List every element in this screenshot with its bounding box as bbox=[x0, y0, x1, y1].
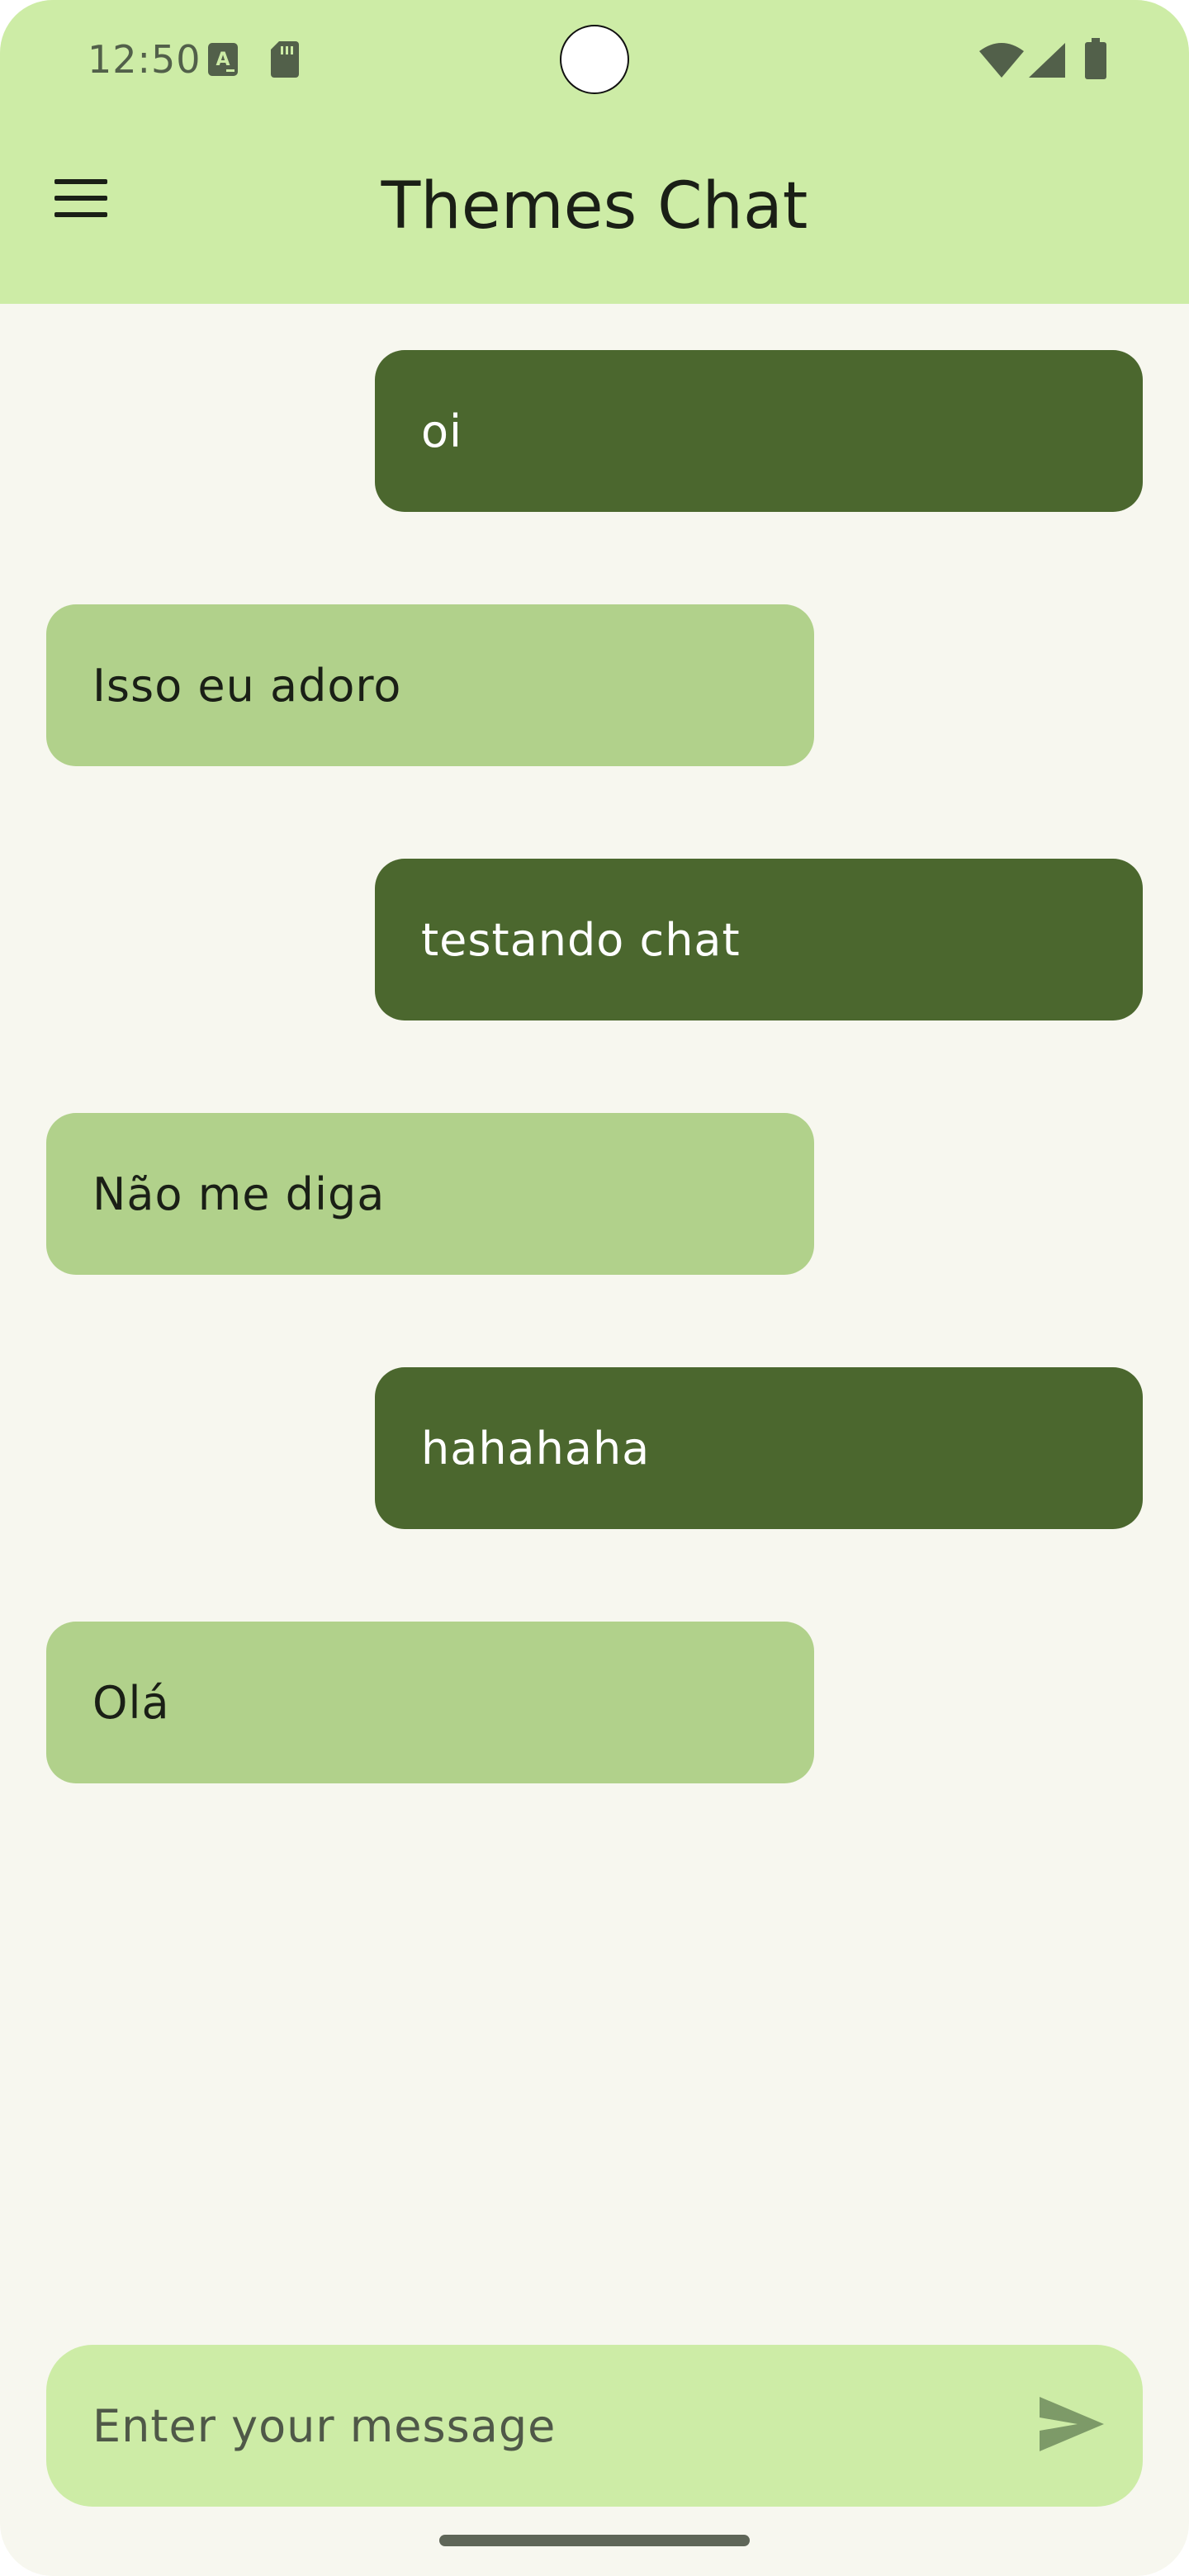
translate-a-icon: A bbox=[208, 43, 238, 79]
message-text: hahahaha bbox=[421, 1422, 651, 1475]
svg-text:A: A bbox=[216, 50, 230, 70]
phone-screen: 12:50 A Themes Chat oi Isso eu adoro tes… bbox=[0, 0, 1189, 2576]
message-bubble-received[interactable]: Olá bbox=[46, 1622, 814, 1783]
message-text: Olá bbox=[92, 1676, 170, 1729]
message-text: oi bbox=[421, 405, 463, 457]
battery-icon bbox=[1085, 38, 1106, 83]
send-button[interactable] bbox=[1030, 2384, 1113, 2467]
sd-card-icon bbox=[271, 41, 299, 81]
status-time: 12:50 bbox=[88, 37, 201, 82]
top-app-area: 12:50 A Themes Chat bbox=[0, 0, 1189, 304]
wifi-icon bbox=[979, 43, 1024, 81]
message-text: Isso eu adoro bbox=[92, 659, 402, 712]
message-bubble-received[interactable]: Não me diga bbox=[46, 1113, 814, 1275]
cell-signal-icon bbox=[1029, 43, 1065, 81]
message-bubble-sent[interactable]: testando chat bbox=[375, 859, 1143, 1020]
page-title: Themes Chat bbox=[381, 169, 808, 244]
message-text: Não me diga bbox=[92, 1167, 386, 1220]
message-bubble-received[interactable]: Isso eu adoro bbox=[46, 604, 814, 766]
app-bar: Themes Chat bbox=[0, 119, 1189, 304]
send-icon bbox=[1040, 2397, 1104, 2455]
message-text: testando chat bbox=[421, 913, 741, 966]
front-camera bbox=[560, 25, 629, 94]
status-bar: 12:50 A bbox=[0, 0, 1189, 119]
message-bubble-sent[interactable]: oi bbox=[375, 350, 1143, 512]
message-input[interactable] bbox=[46, 2345, 1004, 2507]
home-indicator[interactable] bbox=[439, 2535, 750, 2546]
message-bubble-sent[interactable]: hahahaha bbox=[375, 1367, 1143, 1529]
message-composer bbox=[46, 2345, 1143, 2507]
